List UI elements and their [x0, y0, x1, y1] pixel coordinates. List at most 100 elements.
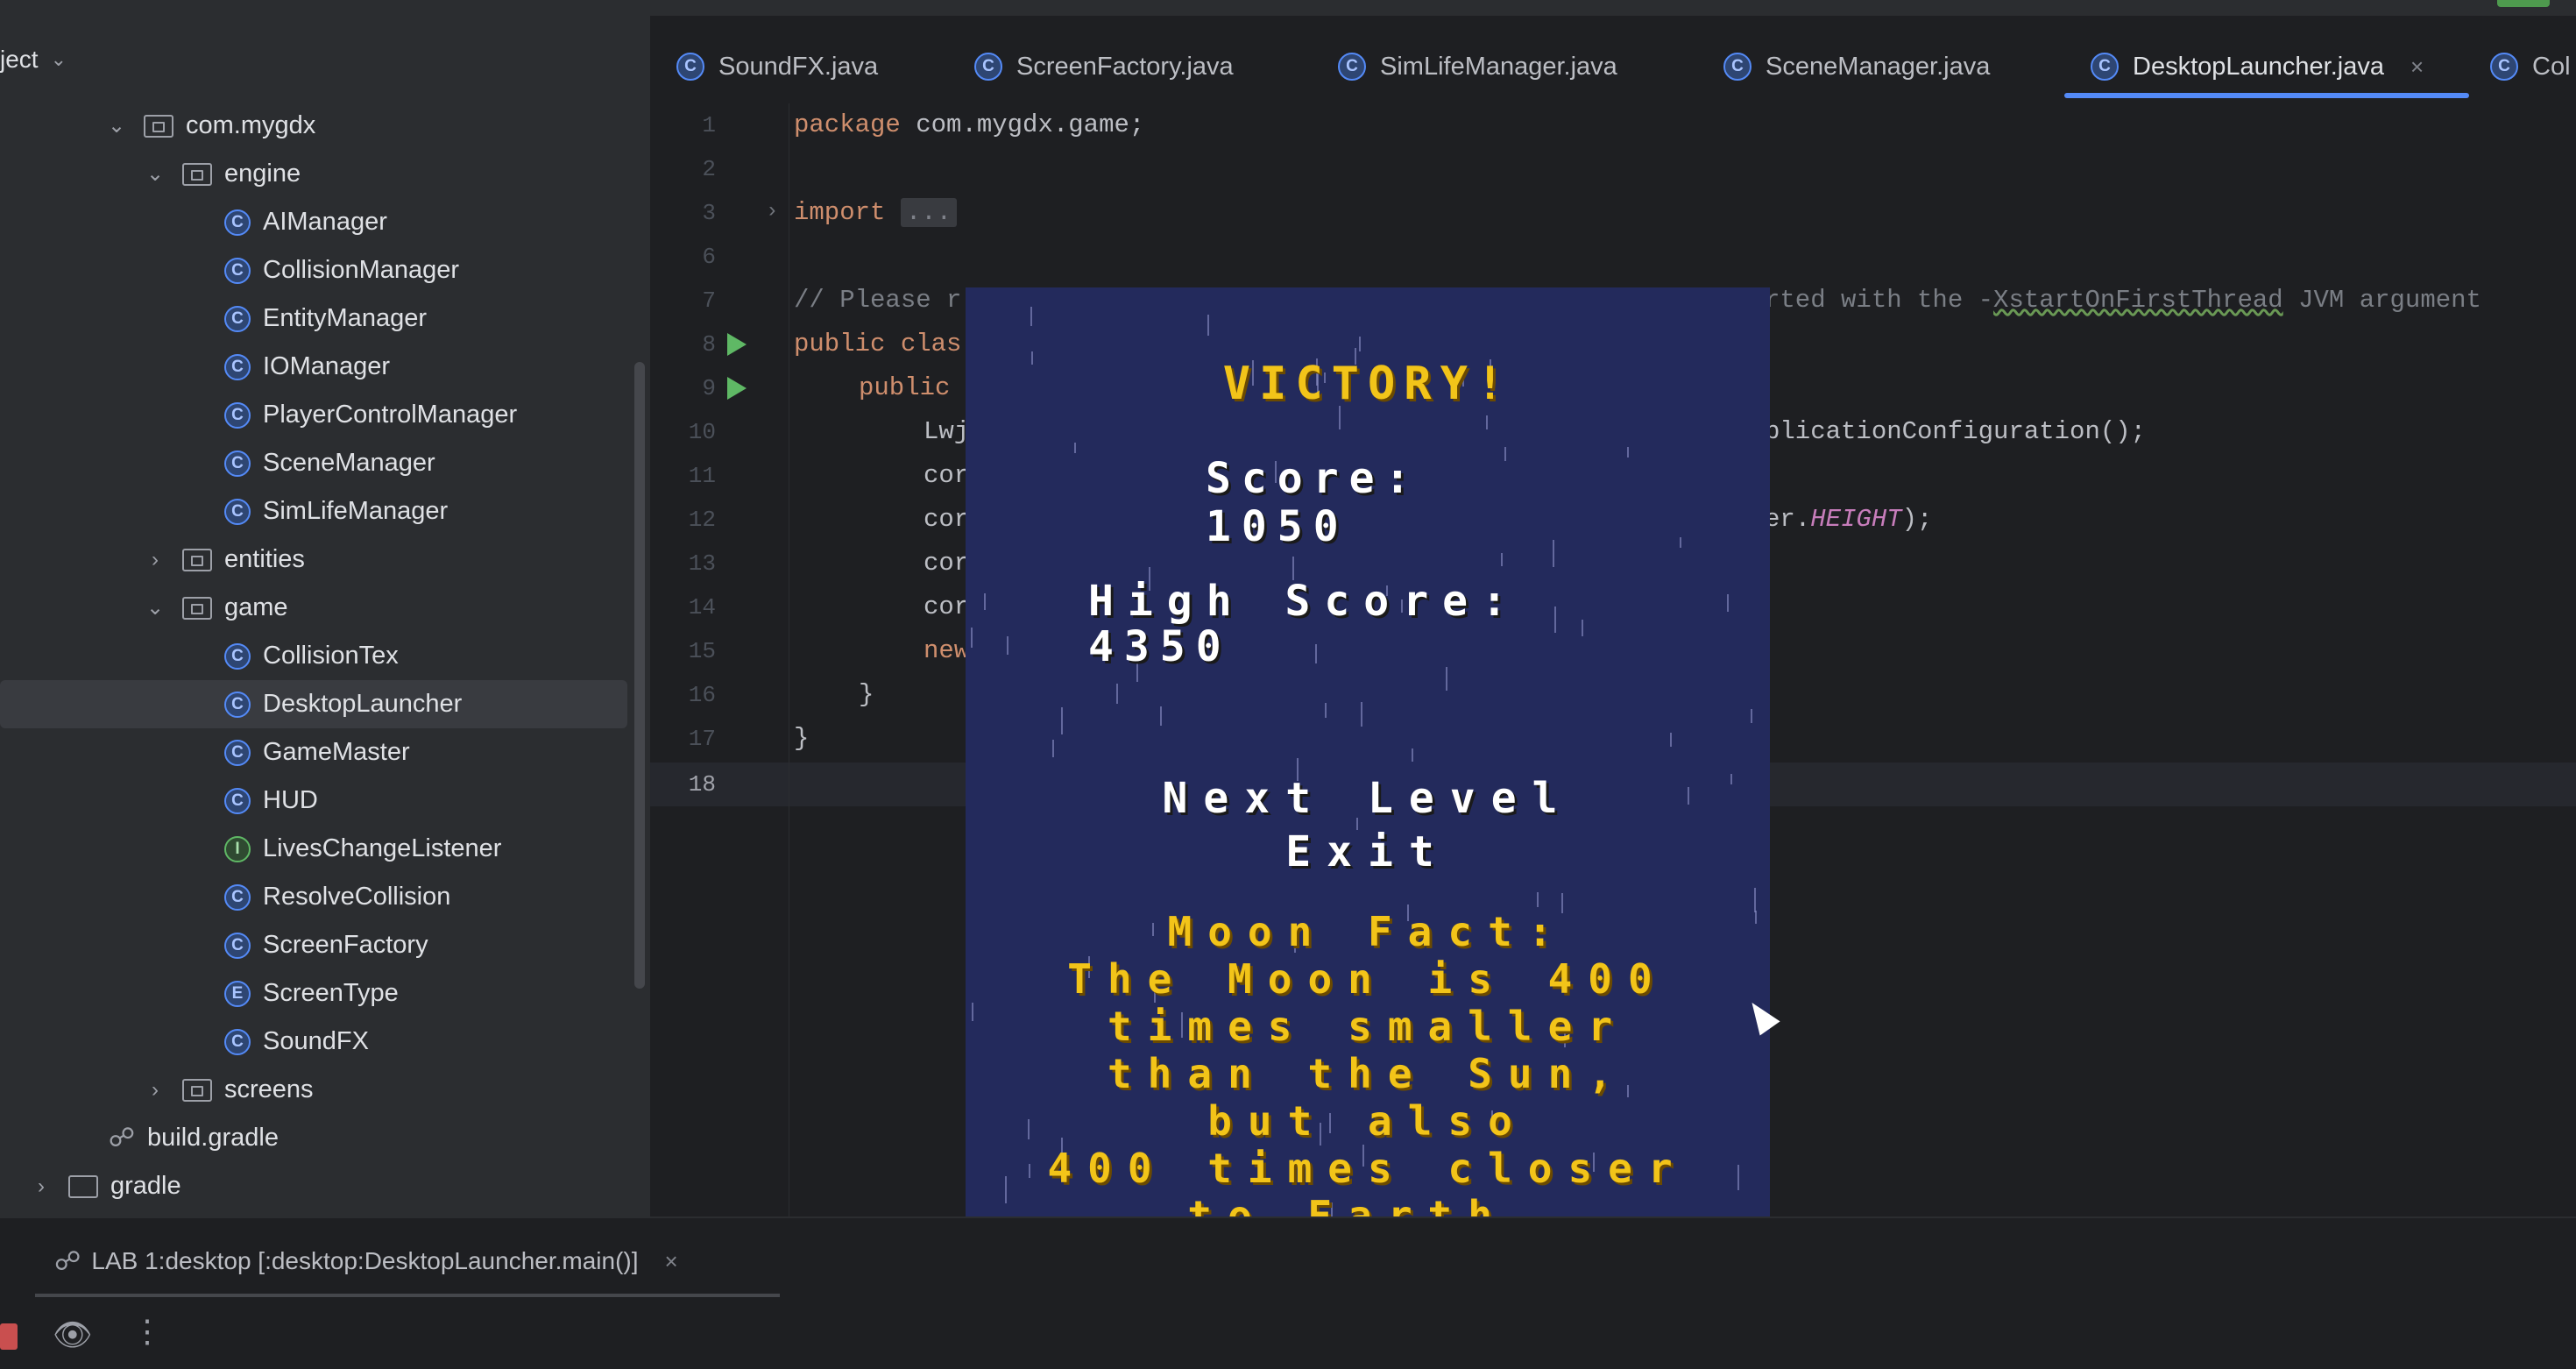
- project-title: ject: [0, 46, 39, 73]
- tree-item-screenfactory[interactable]: C ScreenFactory: [0, 921, 627, 969]
- tree-item-entitymanager[interactable]: C EntityManager: [0, 294, 627, 343]
- chevron-down-icon[interactable]: ⌄: [107, 113, 126, 138]
- tab-label: Col: [2532, 52, 2571, 81]
- tree-item-gradle[interactable]: › gradle: [0, 1162, 627, 1210]
- tree-item-engine[interactable]: ⌄ engine: [0, 150, 627, 198]
- tree-item-desktoplauncher[interactable]: C DesktopLauncher: [0, 680, 627, 728]
- more-options-icon[interactable]: ⋮: [131, 1313, 163, 1350]
- fold-chevron-icon[interactable]: ›: [766, 200, 778, 223]
- moon-fact-line: The Moon is 400: [1067, 955, 1668, 1003]
- status-indicator: [2497, 0, 2550, 7]
- package-icon: [182, 1078, 212, 1102]
- class-icon: C: [224, 353, 251, 380]
- run-tab[interactable]: ☍ LAB 1:desktop [:desktop:DesktopLaunche…: [54, 1239, 678, 1283]
- code-line-13: cor: [924, 549, 970, 578]
- tab-col[interactable]: C Col: [2490, 40, 2571, 93]
- line-number: 13: [688, 550, 716, 577]
- line-number: 10: [688, 419, 716, 445]
- raindrop: [1751, 709, 1752, 723]
- tree-item-label: entities: [224, 545, 305, 573]
- chevron-right-icon[interactable]: ›: [32, 1174, 51, 1199]
- code-line-10a: Lwj: [924, 417, 970, 446]
- editor-tabs: C SoundFX.java C ScreenFactory.java C Si…: [650, 16, 2576, 105]
- raindrop: [1501, 553, 1503, 566]
- class-icon: C: [224, 1028, 251, 1055]
- tree-item-aimanager[interactable]: C AIManager: [0, 198, 627, 246]
- chevron-down-icon[interactable]: ⌄: [145, 595, 165, 621]
- tree-item-liveschangelistener[interactable]: I LivesChangeListener: [0, 825, 627, 873]
- class-icon: C: [1723, 53, 1752, 81]
- eye-icon[interactable]: 👁: [53, 1316, 93, 1353]
- class-icon: C: [224, 739, 251, 766]
- line-number: 14: [688, 594, 716, 621]
- tree-item-gamemaster[interactable]: C GameMaster: [0, 728, 627, 777]
- raindrop: [1207, 315, 1209, 336]
- victory-title: VICTORY!: [1222, 358, 1513, 410]
- line-number: 11: [688, 463, 716, 489]
- close-tab-icon[interactable]: ×: [2410, 53, 2424, 81]
- tree-item-iomanager[interactable]: C IOManager: [0, 343, 627, 391]
- tree-item-entities[interactable]: › entities: [0, 536, 627, 584]
- chevron-right-icon[interactable]: ›: [145, 548, 165, 572]
- raindrop: [1486, 415, 1488, 429]
- tree-item-label: IOManager: [263, 352, 391, 380]
- code-line-10b: plicationConfiguration();: [1765, 417, 2147, 446]
- class-icon: C: [1338, 53, 1366, 81]
- code-line-12b: er.HEIGHT);: [1765, 505, 1933, 534]
- project-scrollbar[interactable]: [634, 362, 645, 989]
- tree-item-hud[interactable]: C HUD: [0, 777, 627, 825]
- raindrop: [1052, 740, 1054, 757]
- tree-item-collisionmanager[interactable]: C CollisionManager: [0, 246, 627, 294]
- active-tab-indicator: [2064, 93, 2469, 98]
- chevron-down-icon[interactable]: ⌄: [145, 161, 165, 187]
- tree-item-label: SimLifeManager: [263, 497, 449, 525]
- tab-desktoplauncher[interactable]: C DesktopLauncher.java ×: [2091, 40, 2424, 93]
- tree-item-build-gradle[interactable]: ☍ build.gradle: [0, 1114, 627, 1162]
- raindrop: [1007, 636, 1008, 655]
- tree-item-screens[interactable]: › screens: [0, 1066, 627, 1114]
- raindrop: [1160, 706, 1162, 726]
- tree-item-playercontrolmanager[interactable]: C PlayerControlManager: [0, 391, 627, 439]
- tab-soundfx[interactable]: C SoundFX.java: [676, 40, 878, 93]
- code-line-7b: rted with the -XstartOnFirstThread JVM a…: [1765, 286, 2481, 315]
- tree-item-label: engine: [224, 160, 301, 188]
- class-icon: C: [224, 305, 251, 332]
- project-view-selector[interactable]: ject ⌄: [0, 42, 67, 77]
- class-icon: C: [2091, 53, 2119, 81]
- tree-item-collisiontex[interactable]: C CollisionTex: [0, 632, 627, 680]
- tree-item-com-mygdx[interactable]: ⌄ com.mygdx: [0, 102, 627, 150]
- tree-item-resolvecollision[interactable]: C ResolveCollision: [0, 873, 627, 921]
- tree-item-game[interactable]: ⌄ game: [0, 584, 627, 632]
- tree-item-screentype[interactable]: E ScreenType: [0, 969, 627, 1018]
- exit-button[interactable]: Exit: [966, 827, 1770, 876]
- class-icon: C: [224, 691, 251, 718]
- tree-item-label: screens: [224, 1075, 314, 1103]
- tab-screenfactory[interactable]: C ScreenFactory.java: [974, 40, 1234, 93]
- chevron-right-icon[interactable]: ›: [145, 1078, 165, 1103]
- tab-label: SoundFX.java: [718, 52, 879, 81]
- class-icon: C: [224, 209, 251, 236]
- tree-item-scenemanager[interactable]: C SceneManager: [0, 439, 627, 487]
- tab-label: DesktopLauncher.java: [2133, 52, 2384, 81]
- line-number: 7: [702, 287, 716, 314]
- tab-label: SceneManager.java: [1766, 52, 1991, 81]
- tree-item-simlifemanager[interactable]: C SimLifeManager: [0, 487, 627, 536]
- moon-fact-line: but also: [1207, 1097, 1528, 1145]
- tree-item-label: EntityManager: [263, 304, 427, 332]
- code-line-3: import ...: [794, 191, 958, 235]
- game-window[interactable]: VICTORY! Score: 1050 High Score: 4350 Ne…: [966, 287, 1770, 1252]
- close-icon[interactable]: ×: [665, 1248, 678, 1275]
- raindrop: [1116, 684, 1118, 704]
- interface-icon: I: [224, 835, 251, 862]
- run-class-icon[interactable]: [727, 333, 747, 356]
- tree-item-soundfx[interactable]: C SoundFX: [0, 1018, 627, 1066]
- line-number: 6: [702, 244, 716, 270]
- high-score-value: 4350: [1088, 622, 1232, 671]
- next-level-button[interactable]: Next Level: [966, 774, 1770, 823]
- raindrop: [1074, 443, 1076, 453]
- raindrop: [1325, 703, 1327, 718]
- tab-simlifemanager[interactable]: C SimLifeManager.java: [1338, 40, 1617, 93]
- tab-scenemanager[interactable]: C SceneManager.java: [1723, 40, 1990, 93]
- run-main-icon[interactable]: [727, 377, 747, 400]
- stop-button[interactable]: [0, 1323, 18, 1350]
